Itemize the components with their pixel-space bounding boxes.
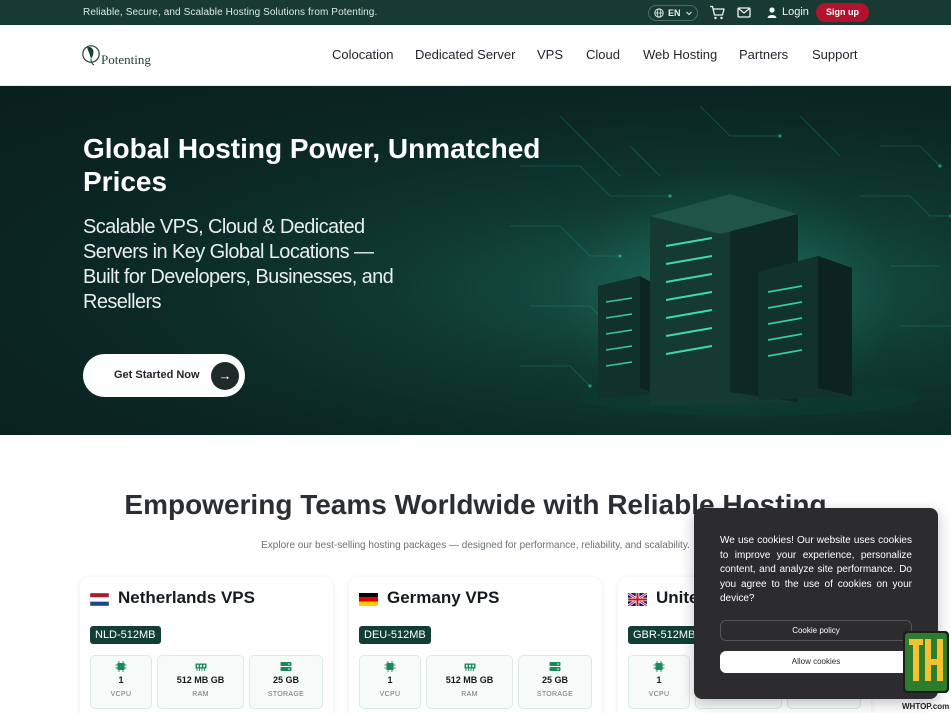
watermark-logo <box>903 631 949 693</box>
hero-title: Global Hosting Power, Unmatched Prices <box>83 133 541 197</box>
spec-ram: 512 MB GB RAM <box>157 655 244 709</box>
spec-value: 25 GB <box>541 675 568 685</box>
cpu-icon <box>115 661 127 672</box>
spec-value: 25 GB <box>272 675 299 685</box>
logo-mark <box>82 45 100 66</box>
spec-value: 512 MB GB <box>176 675 225 685</box>
storage-icon <box>280 662 292 671</box>
sku-badge: DEU-512MB <box>359 626 431 644</box>
nav-web-hosting[interactable]: Web Hosting <box>643 47 717 62</box>
main-nav: Potenting Colocation Dedicated Server VP… <box>0 25 951 86</box>
get-started-label: Get Started Now <box>114 369 200 381</box>
spec-vcpu: 1 VCPU <box>90 655 152 709</box>
spec-vcpu: 1 VCPU <box>628 655 690 709</box>
ram-icon <box>195 663 206 671</box>
spec-vcpu: 1 VCPU <box>359 655 421 709</box>
hero-section: Global Hosting Power, Unmatched Prices S… <box>0 86 951 435</box>
allow-cookies-button[interactable]: Allow cookies <box>720 651 912 673</box>
card-title: Unite <box>656 588 699 607</box>
ram-icon <box>464 663 475 671</box>
login-label: Login <box>782 6 809 18</box>
nav-dedicated-server[interactable]: Dedicated Server <box>415 47 515 62</box>
sku-badge: GBR-512MB <box>628 626 701 644</box>
nav-vps[interactable]: VPS <box>537 47 563 62</box>
language-code: EN <box>668 8 681 18</box>
nav-partners[interactable]: Partners <box>739 47 788 62</box>
germany-flag-icon <box>359 593 378 606</box>
spec-label: VCPU <box>648 691 670 698</box>
cookie-policy-button[interactable]: Cookie policy <box>720 620 912 641</box>
spec-value: 1 <box>387 675 393 685</box>
cpu-icon <box>384 661 396 672</box>
hero-subtitle: Scalable VPS, Cloud & Dedicated Servers … <box>83 216 394 313</box>
netherlands-flag-icon <box>90 593 109 606</box>
united-kingdom-flag-icon <box>628 593 647 606</box>
arrow-right-icon: → <box>211 362 239 390</box>
nav-colocation[interactable]: Colocation <box>332 47 393 62</box>
spec-storage: 25 GB STORAGE <box>518 655 592 709</box>
nav-support[interactable]: Support <box>812 47 858 62</box>
globe-icon <box>654 8 664 18</box>
spec-label: STORAGE <box>536 691 574 698</box>
spec-ram: 512 MB GB RAM <box>426 655 513 709</box>
spec-label: RAM <box>461 691 478 698</box>
cookie-message: We use cookies! Our website uses cookies… <box>720 535 912 604</box>
signup-button[interactable]: Sign up <box>816 3 869 22</box>
cpu-icon <box>653 661 665 672</box>
server-illustration <box>510 106 951 416</box>
product-card-germany[interactable]: Germany VPS DEU-512MB 1 VCPU 512 MB GB R… <box>349 577 602 713</box>
product-card-netherlands[interactable]: Netherlands VPS NLD-512MB 1 VCPU 512 MB … <box>80 577 333 713</box>
card-title: Germany VPS <box>387 588 500 607</box>
spec-value: 1 <box>118 675 124 685</box>
spec-label: STORAGE <box>267 691 305 698</box>
card-title: Netherlands VPS <box>118 588 255 607</box>
chevron-down-icon <box>686 11 692 16</box>
watermark: WHTOP.com <box>897 625 951 713</box>
get-started-button[interactable]: Get Started Now → <box>83 354 245 397</box>
spec-label: VCPU <box>110 691 132 698</box>
user-icon <box>767 7 777 18</box>
spec-storage: 25 GB STORAGE <box>249 655 323 709</box>
top-bar: Reliable, Secure, and Scalable Hosting S… <box>0 0 951 25</box>
cart-icon[interactable] <box>709 5 725 20</box>
nav-cloud[interactable]: Cloud <box>586 47 620 62</box>
spec-label: RAM <box>192 691 209 698</box>
logo-text: Potenting <box>101 52 151 67</box>
storage-icon <box>549 662 561 671</box>
spec-value: 512 MB GB <box>445 675 494 685</box>
top-bar-tagline: Reliable, Secure, and Scalable Hosting S… <box>83 7 378 18</box>
mail-icon[interactable] <box>737 6 751 19</box>
watermark-text: WHTOP.com <box>902 702 950 711</box>
spec-label: VCPU <box>379 691 401 698</box>
sku-badge: NLD-512MB <box>90 626 161 644</box>
language-selector[interactable]: EN <box>648 5 698 21</box>
spec-value: 1 <box>656 675 662 685</box>
